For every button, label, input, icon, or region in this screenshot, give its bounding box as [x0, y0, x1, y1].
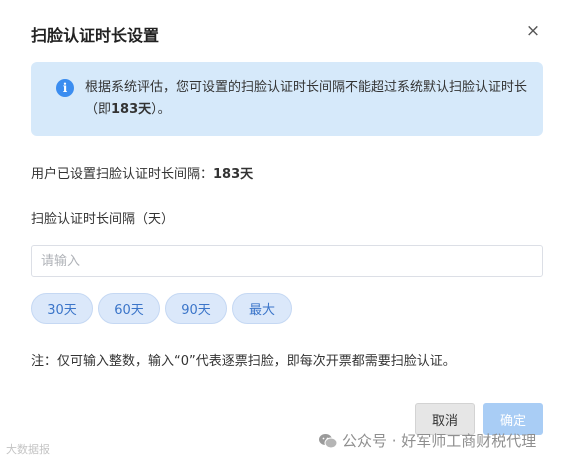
info-alert: i 根据系统评估，您可设置的扫脸认证时长间隔不能超过系统默认扫脸认证时长（即18…	[31, 62, 543, 136]
current-setting: 用户已设置扫脸认证时长间隔：183天	[31, 163, 253, 182]
close-icon[interactable]: ×	[524, 22, 542, 40]
info-text-bold: 183天	[111, 102, 152, 117]
preset-90-days-button[interactable]: 90天	[165, 293, 227, 324]
face-auth-duration-dialog: 扫脸认证时长设置 × i 根据系统评估，您可设置的扫脸认证时长间隔不能超过系统默…	[0, 0, 578, 463]
preset-30-days-button[interactable]: 30天	[31, 293, 93, 324]
duration-input[interactable]	[31, 245, 543, 277]
info-text-after: ）。	[151, 102, 171, 117]
watermark-left: 大数据报	[6, 443, 50, 456]
wechat-icon	[319, 433, 338, 448]
note-text: 注：仅可输入整数，输入“0”代表逐票扫脸，即每次开票都需要扫脸认证。	[31, 354, 456, 369]
watermark-right: 公众号 · 好军师工商财税代理	[318, 430, 536, 451]
watermark-right-text: 公众号 · 好军师工商财税代理	[342, 432, 537, 450]
preset-chips: 30天 60天 90天 最大	[31, 293, 292, 324]
duration-field-label: 扫脸认证时长间隔（天）	[31, 212, 175, 227]
current-setting-value: 183天	[213, 167, 254, 182]
dialog-title: 扫脸认证时长设置	[31, 26, 160, 45]
current-setting-label: 用户已设置扫脸认证时长间隔：	[31, 167, 214, 182]
preset-60-days-button[interactable]: 60天	[98, 293, 160, 324]
info-icon: i	[56, 79, 74, 97]
preset-max-button[interactable]: 最大	[232, 293, 292, 324]
info-text: 根据系统评估，您可设置的扫脸认证时长间隔不能超过系统默认扫脸认证时长（即183天…	[85, 77, 527, 121]
